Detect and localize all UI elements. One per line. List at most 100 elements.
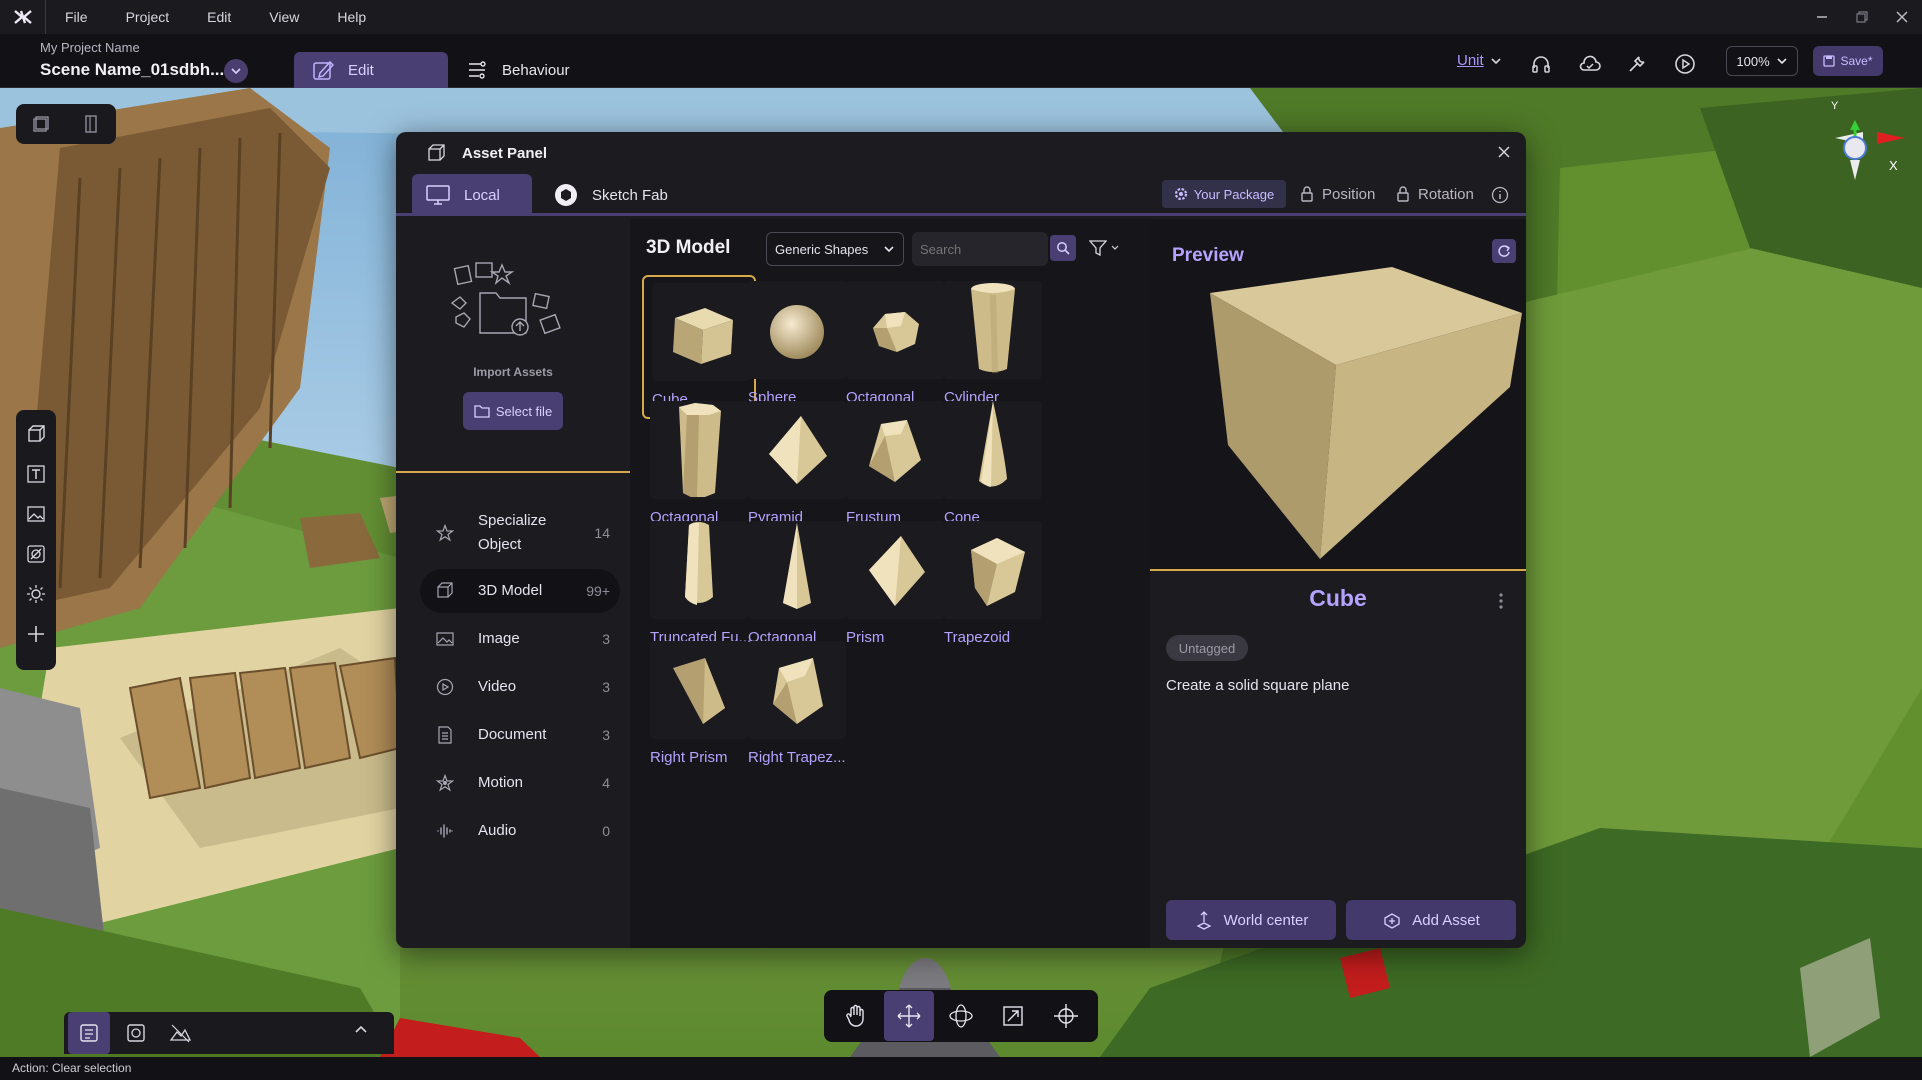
asset-panel-toggle-button[interactable] [68,1012,110,1054]
perspective-view-button[interactable] [21,104,61,144]
scale-tool-button[interactable] [988,991,1038,1041]
category-document[interactable]: Document 3 [420,713,620,757]
lock-icon [1301,186,1313,202]
insert-3d-model-button[interactable] [16,414,56,454]
environment-button[interactable] [160,1012,200,1054]
orthographic-icon [85,115,97,133]
more-options-button[interactable] [1498,591,1504,611]
tab-edit[interactable]: Edit [294,52,448,88]
rotate-icon [949,1004,973,1028]
project-name: My Project Name [40,40,140,55]
preview-reset-button[interactable] [1492,239,1516,263]
sun-icon [27,585,45,603]
insert-material-button[interactable] [16,534,56,574]
headphones-button[interactable] [1527,50,1555,78]
category-image[interactable]: Image 3 [420,617,620,661]
asset-card-right-trapezoid[interactable]: Right Trapez... [740,635,854,779]
insert-text-button[interactable] [16,454,56,494]
transform-toolbar [824,990,1098,1042]
asset-card-trapezoid[interactable]: Trapezoid [936,515,1050,659]
scene-objects-button[interactable] [116,1012,156,1054]
tab-sketchfab[interactable]: Sketch Fab [554,174,668,216]
image-icon [27,506,45,522]
shape-set-dropdown[interactable]: Generic Shapes [766,232,904,266]
asset-panel-titlebar: Asset Panel [396,132,1526,174]
unit-dropdown[interactable]: Unit [1457,52,1502,69]
close-window-button[interactable] [1882,0,1922,34]
position-lock-toggle[interactable]: Position [1300,180,1375,208]
tab-local[interactable]: Local [412,174,532,216]
octahedron-thumbnail-icon [846,281,944,379]
asset-card-right-prism[interactable]: Right Prism [642,635,756,779]
hand-tool-button[interactable] [831,991,881,1041]
category-specialize-object[interactable]: Specialize Object 14 [420,505,620,561]
tools-button[interactable] [1623,50,1651,78]
asset-card-prism[interactable]: Prism [838,515,952,659]
menu-file[interactable]: File [46,9,107,25]
asset-card-label: Trapezoid [944,629,1011,646]
expand-panel-button[interactable] [354,1022,368,1036]
add-button[interactable] [16,614,56,654]
pivot-tool-button[interactable] [1041,991,1091,1041]
video-icon [428,678,462,696]
world-center-button[interactable]: World center [1166,900,1336,940]
insert-light-button[interactable] [16,574,56,614]
rotate-tool-button[interactable] [936,991,986,1041]
tab-edit-label: Edit [348,61,374,79]
motion-icon [428,774,462,792]
right-trapezoid-thumbnail-icon [748,641,846,739]
zoom-dropdown[interactable]: 100% [1726,46,1798,76]
tab-sketchfab-label: Sketch Fab [592,186,668,204]
minimize-button[interactable] [1802,0,1842,34]
preview-viewport[interactable]: Preview [1150,219,1526,571]
image-icon [428,630,462,648]
monitor-icon [426,185,450,205]
your-package-button[interactable]: Your Package [1162,180,1286,208]
menu-view[interactable]: View [250,9,318,25]
category-audio[interactable]: Audio 0 [420,809,620,853]
view-mode-palette [16,104,116,144]
category-3d-model[interactable]: 3D Model 99+ [420,569,620,613]
add-asset-button[interactable]: Add Asset [1346,900,1516,940]
menu-project[interactable]: Project [107,9,189,25]
save-button[interactable]: Save* [1813,46,1883,76]
menu-help[interactable]: Help [318,9,385,25]
scene-name[interactable]: Scene Name_01sdbh... [40,60,224,80]
play-button[interactable] [1671,50,1699,78]
rotation-lock-toggle[interactable]: Rotation [1396,180,1474,208]
restore-button[interactable] [1842,0,1882,34]
scene-dropdown-button[interactable] [224,59,248,83]
info-button[interactable] [1491,186,1509,204]
filter-button[interactable] [1084,235,1124,261]
chevron-down-icon [884,246,894,253]
cube-icon [428,582,462,600]
octagonal-pyramid-thumbnail-icon [748,521,846,619]
category-sidebar: Import Assets Select file Specialize Obj… [396,219,630,948]
search-button[interactable] [1050,235,1076,261]
cloud-sync-button[interactable] [1576,50,1604,78]
tag-badge[interactable]: Untagged [1166,635,1248,661]
category-label: Audio [478,822,517,839]
axis-gizmo[interactable] [1790,100,1920,210]
info-icon [1491,186,1509,204]
chevron-down-icon [1491,57,1501,64]
category-motion[interactable]: Motion 4 [420,761,620,805]
orthographic-view-button[interactable] [71,104,111,144]
text-icon [27,465,45,483]
category-count: 3 [602,727,610,743]
import-assets-area[interactable]: Import Assets Select file [396,219,630,473]
gear-icon [1174,187,1187,201]
scale-icon [1003,1006,1024,1026]
category-video[interactable]: Video 3 [420,665,620,709]
close-panel-button[interactable] [1496,144,1512,160]
app-logo-icon[interactable] [0,0,46,34]
insert-image-button[interactable] [16,494,56,534]
move-tool-button[interactable] [883,991,934,1041]
environment-icon [169,1024,191,1043]
asset-search-input[interactable] [912,232,1048,266]
folder-icon [474,405,490,418]
tab-behaviour[interactable]: Behaviour [466,52,570,88]
menu-edit[interactable]: Edit [188,9,250,25]
category-count: 3 [602,679,610,695]
select-file-button[interactable]: Select file [463,392,563,430]
